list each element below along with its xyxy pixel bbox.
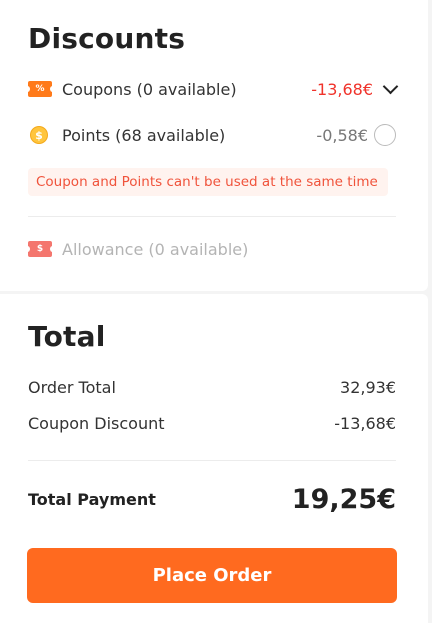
- coupons-value: -13,68€: [311, 79, 373, 99]
- chevron-down-icon[interactable]: [382, 78, 399, 94]
- coupon-points-warning: Coupon and Points can't be used at the s…: [28, 168, 388, 196]
- place-order-button[interactable]: Place Order: [27, 548, 397, 603]
- allowance-label: Allowance (0 available): [62, 239, 249, 259]
- allowance-icon: $: [25, 241, 55, 257]
- allowance-icon-glyph: $: [36, 244, 44, 254]
- discounts-divider: [28, 216, 396, 217]
- total-title: Total: [28, 320, 106, 353]
- allowance-row: $ Allowance (0 available): [25, 236, 396, 262]
- order-total-label: Order Total: [28, 377, 116, 397]
- coupon-icon: %: [25, 81, 55, 97]
- total-payment-row: Total Payment 19,25€: [28, 480, 396, 518]
- total-payment-label: Total Payment: [28, 489, 156, 509]
- points-radio[interactable]: [374, 124, 396, 146]
- discounts-title: Discounts: [28, 22, 186, 55]
- points-label: Points (68 available): [62, 125, 226, 145]
- total-divider: [28, 460, 396, 461]
- coupons-row[interactable]: % Coupons (0 available) -13,68€: [25, 76, 399, 102]
- discounts-section: Discounts % Coupons (0 available) -13,68…: [0, 0, 428, 291]
- points-row[interactable]: $ Points (68 available) -0,58€: [28, 122, 396, 148]
- coupon-discount-value: -13,68€: [334, 413, 396, 433]
- coupon-icon-glyph: %: [35, 84, 45, 94]
- coupon-discount-row: Coupon Discount -13,68€: [28, 410, 396, 436]
- coupons-label: Coupons (0 available): [62, 79, 237, 99]
- order-total-value: 32,93€: [340, 377, 396, 397]
- total-section: Total Order Total 32,93€ Coupon Discount…: [0, 294, 428, 623]
- total-payment-value: 19,25€: [291, 483, 396, 515]
- coin-icon: $: [30, 126, 48, 144]
- points-value: -0,58€: [316, 125, 368, 145]
- coin-icon-glyph: $: [35, 128, 43, 142]
- order-total-row: Order Total 32,93€: [28, 374, 396, 400]
- coupon-discount-label: Coupon Discount: [28, 413, 165, 433]
